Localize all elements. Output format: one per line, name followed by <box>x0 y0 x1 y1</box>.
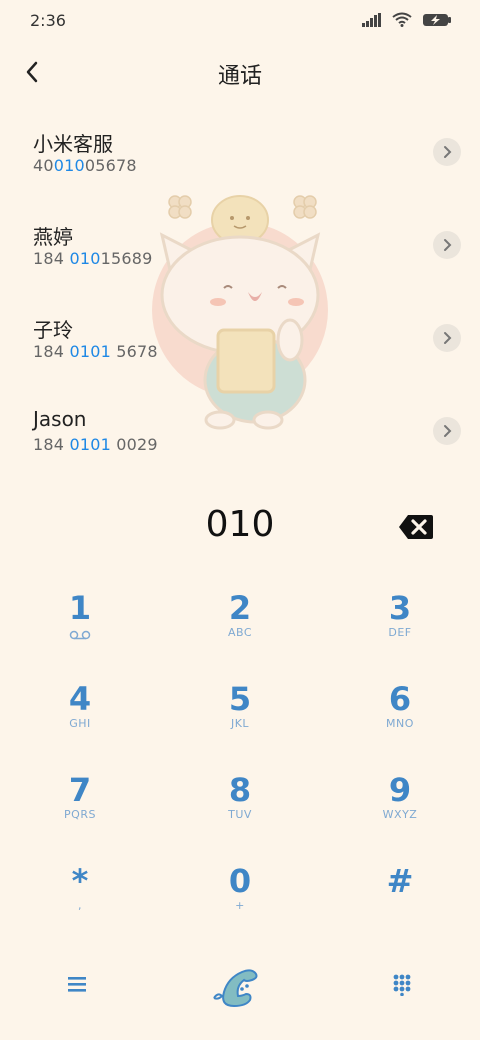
key-letters: PQRS <box>64 808 96 821</box>
backspace-icon <box>399 515 433 539</box>
key-3[interactable]: 3 DEF <box>320 588 480 679</box>
menu-icon <box>68 977 86 992</box>
key-2[interactable]: 2 ABC <box>160 588 320 679</box>
voicemail-icon <box>69 630 91 640</box>
number-prefix: 40 <box>33 156 54 175</box>
key-digit: 4 <box>68 680 92 718</box>
key-9[interactable]: 9 WXYZ <box>320 770 480 861</box>
contact-detail-button[interactable] <box>433 138 461 166</box>
contact-number: 184 0101 5678 <box>33 342 158 361</box>
key-digit: 3 <box>388 589 412 627</box>
key-digit: 7 <box>68 771 92 809</box>
key-star[interactable]: * , <box>0 861 160 952</box>
key-8[interactable]: 8 TUV <box>160 770 320 861</box>
number-match: 0101 <box>69 342 111 361</box>
key-letters: ABC <box>227 626 253 639</box>
key-digit: 0 <box>228 862 252 900</box>
key-4[interactable]: 4 GHI <box>0 679 160 770</box>
contact-detail-button[interactable] <box>433 324 461 352</box>
number-prefix: 184 <box>33 435 70 454</box>
key-5[interactable]: 5 JKL <box>160 679 320 770</box>
number-suffix: 0029 <box>110 435 158 454</box>
contact-row[interactable]: 小米客服 4001005678 <box>0 118 480 211</box>
number-prefix: 184 <box>33 342 70 361</box>
key-letters: , <box>78 899 82 912</box>
contact-detail-button[interactable] <box>433 231 461 259</box>
key-letters: JKL <box>230 717 250 730</box>
chevron-right-icon <box>444 146 452 158</box>
dialpad-toggle-button[interactable] <box>392 974 412 1000</box>
key-letters: GHI <box>69 717 91 730</box>
key-0[interactable]: 0 + <box>160 861 320 952</box>
key-hash[interactable]: # <box>320 861 480 952</box>
number-suffix: 15689 <box>100 249 153 268</box>
backspace-button[interactable] <box>398 514 434 544</box>
key-digit: 2 <box>228 589 252 627</box>
contact-name: Jason <box>33 407 87 431</box>
key-digit: 9 <box>388 771 412 809</box>
contact-name: 燕婷 <box>33 225 73 249</box>
contact-number: 4001005678 <box>33 156 137 175</box>
key-digit: 8 <box>228 771 252 809</box>
dial-input-row: 010 <box>0 504 480 554</box>
contact-row[interactable]: 燕婷 184 01015689 <box>0 211 480 304</box>
status-bar: 2:36 <box>0 0 480 40</box>
battery-charging-icon <box>423 13 451 26</box>
menu-button[interactable] <box>66 974 88 998</box>
page-title: 通话 <box>217 64 262 89</box>
contact-number: 184 0101 0029 <box>33 435 158 454</box>
key-digit: 6 <box>388 680 412 718</box>
key-7[interactable]: 7 PQRS <box>0 770 160 861</box>
contact-name: 小米客服 <box>33 132 113 156</box>
number-prefix: 184 <box>33 249 70 268</box>
header: 通话 <box>0 52 480 92</box>
number-suffix: 5678 <box>110 342 158 361</box>
chevron-right-icon <box>444 425 452 437</box>
key-6[interactable]: 6 MNO <box>320 679 480 770</box>
dialpad-icon <box>393 974 411 997</box>
contact-row[interactable]: Jason 184 0101 0029 <box>0 397 480 490</box>
key-digit: * <box>71 862 89 900</box>
key-letters: WXYZ <box>382 808 418 821</box>
contact-number: 184 01015689 <box>33 249 152 268</box>
key-1[interactable]: 1 <box>0 588 160 679</box>
key-digit: 5 <box>228 680 252 718</box>
contact-row[interactable]: 子玲 184 0101 5678 <box>0 304 480 397</box>
key-letters: MNO <box>386 717 414 730</box>
status-time: 2:36 <box>30 11 66 30</box>
phone-icon <box>213 969 258 1008</box>
key-digit: 1 <box>68 589 92 627</box>
chevron-right-icon <box>444 239 452 251</box>
number-match: 010 <box>53 156 85 175</box>
number-match: 0101 <box>69 435 111 454</box>
signal-icon <box>362 12 381 27</box>
contact-detail-button[interactable] <box>433 417 461 445</box>
wifi-icon <box>392 12 412 27</box>
bottom-bar <box>0 962 480 1012</box>
contact-name: 子玲 <box>33 318 73 342</box>
number-suffix: 05678 <box>84 156 137 175</box>
number-match: 010 <box>69 249 101 268</box>
contact-suggestions: 小米客服 4001005678 燕婷 184 01015689 子玲 184 0… <box>0 118 480 490</box>
key-letters: DEF <box>388 626 412 639</box>
key-letters: + <box>235 899 245 912</box>
dial-keypad: 1 2 ABC 3 DEF 4 GHI 5 JKL 6 MNO 7 PQRS 8… <box>0 588 480 952</box>
call-button[interactable] <box>212 966 262 1012</box>
status-icons <box>362 12 452 27</box>
key-digit: # <box>386 862 414 900</box>
chevron-right-icon <box>444 332 452 344</box>
key-letters: TUV <box>228 808 252 821</box>
